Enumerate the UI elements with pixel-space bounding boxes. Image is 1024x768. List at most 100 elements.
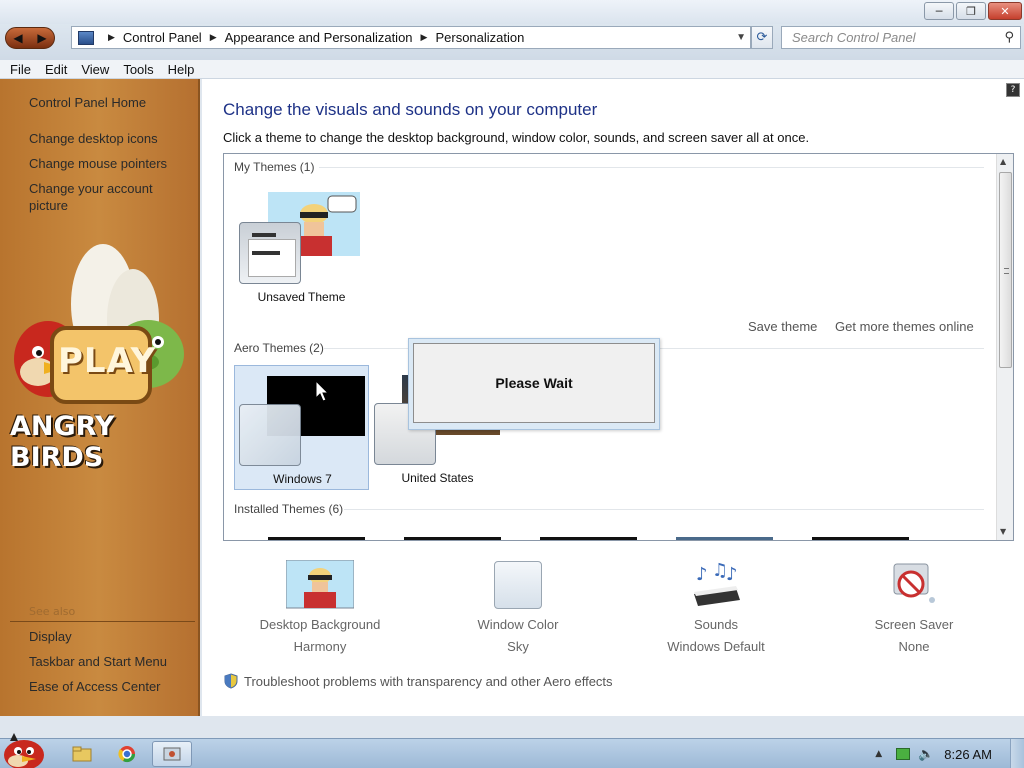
troubleshoot-text[interactable]: Troubleshoot problems with transparency … [244, 674, 613, 689]
banner-play-text: PLAY [58, 341, 157, 381]
taskbar-control-panel-button[interactable] [152, 741, 192, 767]
see-also-heading: See also [29, 605, 76, 618]
sidebar-link-ease-of-access[interactable]: Ease of Access Center [29, 678, 189, 695]
group-divider [319, 167, 984, 168]
taskbar: ▲ 🔈 8:26 AM [0, 733, 1024, 768]
theme-list-scrollbar[interactable]: ▲ ▼ [996, 154, 1013, 540]
sidebar: Control Panel Home Change desktop icons … [0, 79, 200, 716]
shield-icon [224, 673, 238, 689]
refresh-icon: ⟳ [756, 30, 768, 45]
menu-view[interactable]: View [74, 62, 116, 77]
window-color-swatch [239, 222, 301, 284]
minimize-button[interactable]: ─ [924, 2, 954, 20]
breadcrumb-control-panel[interactable]: Control Panel [123, 30, 202, 45]
network-icon[interactable] [896, 748, 911, 760]
page-subtitle: Click a theme to change the desktop back… [223, 130, 810, 145]
search-input[interactable] [792, 30, 992, 45]
menu-help[interactable]: Help [161, 62, 202, 77]
sidebar-link-account-picture[interactable]: Change your account picture [29, 180, 169, 214]
show-hidden-icons-icon[interactable]: ▲ [875, 749, 882, 759]
sidebar-link-desktop-icons[interactable]: Change desktop icons [29, 130, 189, 147]
screen-saver-label: Screen Saver [874, 617, 954, 632]
volume-icon[interactable]: 🔈 [918, 747, 934, 762]
personalization-icon [163, 747, 181, 761]
breadcrumb-separator-icon[interactable]: ▶ [108, 32, 115, 43]
window-color-value: Sky [507, 639, 529, 654]
window-color-label: Window Color [477, 617, 559, 632]
screen-saver-value: None [898, 639, 930, 654]
svg-text:♪: ♪ [696, 564, 708, 585]
installed-theme-thumbnail[interactable] [268, 537, 365, 540]
svg-text:♪: ♪ [726, 564, 738, 585]
back-button[interactable]: ◀ [13, 31, 22, 45]
address-bar[interactable]: ▶ Control Panel ▶ Appearance and Persona… [71, 26, 751, 49]
installed-theme-thumbnail[interactable] [404, 537, 501, 540]
theme-label-windows-7: Windows 7 [273, 472, 332, 486]
installed-theme-thumbnail[interactable] [812, 537, 909, 540]
sidebar-link-taskbar[interactable]: Taskbar and Start Menu [29, 653, 189, 670]
window-color-swatch [239, 404, 301, 466]
navigation-bar: ◀ ▶ ▶ Control Panel ▶ Appearance and Per… [0, 24, 1024, 60]
banner-title-text: ANGRY BIRDS [10, 411, 115, 473]
breadcrumb-separator-icon[interactable]: ▶ [210, 32, 217, 43]
taskbar-chrome-button[interactable] [107, 741, 147, 767]
group-aero-themes: Aero Themes (2) [234, 341, 324, 355]
theme-unsaved[interactable]: Unsaved Theme [234, 184, 369, 309]
see-also-divider [10, 621, 195, 622]
back-forward-buttons: ◀ ▶ [5, 27, 55, 49]
maximize-button[interactable]: ❐ [956, 2, 986, 20]
please-wait-dialog: Please Wait [408, 338, 660, 430]
menu-tools[interactable]: Tools [116, 62, 160, 77]
get-more-themes-link[interactable]: Get more themes online [835, 319, 974, 334]
help-icon[interactable]: ? [1006, 83, 1020, 97]
start-button-angry-bird-icon[interactable] [0, 731, 50, 768]
control-panel-icon [78, 30, 94, 45]
scrollbar-thumb[interactable] [999, 172, 1012, 368]
save-theme-link[interactable]: Save theme [748, 319, 817, 334]
menu-file[interactable]: File [3, 62, 38, 77]
group-installed-themes: Installed Themes (6) [234, 502, 344, 516]
menu-bar: File Edit View Tools Help [0, 60, 1024, 79]
breadcrumb-personalization[interactable]: Personalization [435, 30, 524, 45]
desktop-background-label: Desktop Background [259, 617, 381, 632]
window-controls: ─ ❐ ✕ [924, 2, 1022, 20]
show-desktop-button[interactable] [1010, 739, 1024, 768]
sounds-icon: ♪ ♫ ♪ [694, 560, 740, 606]
installed-theme-thumbnail[interactable] [540, 537, 637, 540]
sounds-label: Sounds [693, 617, 739, 632]
forward-button[interactable]: ▶ [37, 31, 46, 45]
search-box[interactable]: ⚲ [781, 26, 1021, 49]
search-icon[interactable]: ⚲ [1004, 30, 1014, 45]
installed-theme-thumbnail[interactable] [676, 537, 773, 540]
theme-label-unsaved: Unsaved Theme [257, 290, 346, 304]
menu-edit[interactable]: Edit [38, 62, 74, 77]
group-divider [344, 509, 984, 510]
sidebar-home-link[interactable]: Control Panel Home [29, 94, 189, 111]
scroll-up-icon[interactable]: ▲ [1000, 157, 1006, 166]
sidebar-link-mouse-pointers[interactable]: Change mouse pointers [29, 155, 189, 172]
title-bar: ─ ❐ ✕ [0, 0, 1024, 24]
taskbar-explorer-button[interactable] [62, 741, 102, 767]
scroll-down-icon[interactable]: ▼ [1000, 527, 1006, 536]
please-wait-text: Please Wait [413, 343, 655, 423]
system-tray: ▲ 🔈 8:26 AM [875, 739, 1024, 768]
breadcrumb-appearance[interactable]: Appearance and Personalization [225, 30, 413, 45]
mouse-cursor-icon [315, 380, 329, 402]
window-color-icon [494, 561, 542, 609]
breadcrumb-separator-icon[interactable]: ▶ [421, 32, 428, 43]
close-button[interactable]: ✕ [988, 2, 1022, 20]
refresh-button[interactable]: ⟳ [751, 26, 773, 49]
folder-icon [72, 746, 92, 762]
desktop-background-value: Harmony [293, 639, 347, 654]
sounds-value: Windows Default [667, 639, 765, 654]
troubleshoot-link[interactable]: Troubleshoot problems with transparency … [224, 673, 613, 689]
address-dropdown-icon[interactable]: ▼ [736, 32, 746, 43]
chrome-icon [118, 746, 136, 763]
clock[interactable]: 8:26 AM [944, 747, 992, 762]
sidebar-link-display[interactable]: Display [29, 628, 189, 645]
theme-windows-7[interactable]: Windows 7 [234, 365, 369, 490]
theme-label-united-states: United States [401, 471, 474, 485]
screen-saver-icon [893, 563, 935, 603]
theme-list: My Themes (1) Unsaved Theme Save theme G… [223, 153, 1014, 541]
desktop-background-icon [286, 560, 354, 609]
